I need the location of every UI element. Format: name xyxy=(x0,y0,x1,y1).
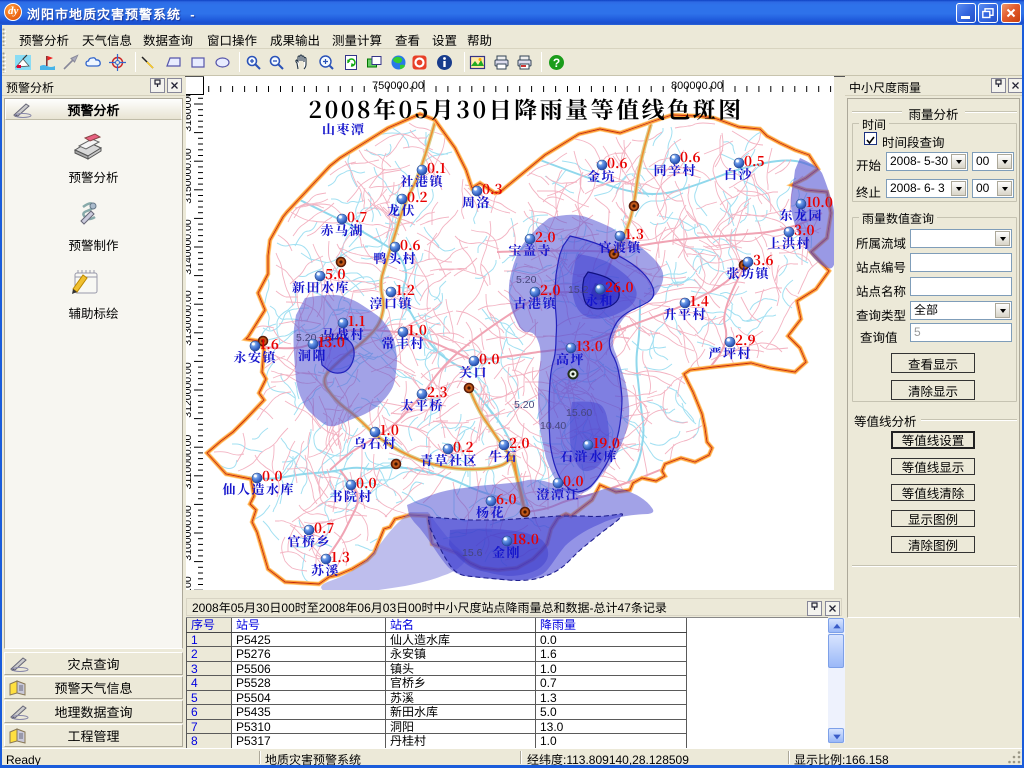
svg-text:19.0: 19.0 xyxy=(593,432,620,452)
svg-text:1.4: 1.4 xyxy=(690,290,709,310)
svg-text:10.0: 10.0 xyxy=(806,191,833,211)
svg-text:750000.00: 750000.00 xyxy=(372,80,424,92)
svg-text:13.0: 13.0 xyxy=(576,335,603,355)
svg-text:仙人造水库: 仙人造水库 xyxy=(223,479,296,498)
svg-text:3100000.00: 3100000.00 xyxy=(186,505,194,561)
svg-text:3130000.00: 3130000.00 xyxy=(186,290,194,346)
svg-text:5.0: 5.0 xyxy=(325,263,346,283)
svg-text:0.6: 0.6 xyxy=(680,146,701,166)
svg-text:800000.00: 800000.00 xyxy=(671,80,723,92)
svg-text:1.6: 1.6 xyxy=(260,333,279,353)
svg-text:0.7: 0.7 xyxy=(314,517,335,537)
svg-text:0.0: 0.0 xyxy=(479,348,500,368)
svg-text:?: ? xyxy=(553,56,560,70)
svg-text:2008年05月30日降雨量等值线色斑图: 2008年05月30日降雨量等值线色斑图 xyxy=(308,95,743,125)
svg-text:3.6: 3.6 xyxy=(753,249,774,269)
svg-text:3090000.00: 3090000.00 xyxy=(186,576,194,590)
svg-text:0.3: 0.3 xyxy=(482,178,503,198)
svg-text:1.3: 1.3 xyxy=(625,223,644,243)
svg-text:1.0: 1.0 xyxy=(408,319,427,339)
svg-text:0.0: 0.0 xyxy=(356,472,377,492)
svg-text:1.0: 1.0 xyxy=(380,419,399,439)
svg-text:0.0: 0.0 xyxy=(563,470,584,490)
svg-text:3160000.00: 3160000.00 xyxy=(186,95,194,132)
svg-text:2.9: 2.9 xyxy=(735,329,756,349)
svg-text:10.40: 10.40 xyxy=(540,420,566,432)
svg-text:3120000.00: 3120000.00 xyxy=(186,362,194,418)
svg-text:15.6: 15.6 xyxy=(462,547,483,559)
svg-text:0.6: 0.6 xyxy=(607,152,628,172)
svg-text:0.0: 0.0 xyxy=(262,465,283,485)
svg-text:0.5: 0.5 xyxy=(744,150,765,170)
svg-text:3110000.00: 3110000.00 xyxy=(186,434,194,489)
svg-text:2.0: 2.0 xyxy=(509,432,530,452)
svg-text:3140000.00: 3140000.00 xyxy=(186,219,194,275)
svg-text:0.2: 0.2 xyxy=(453,436,474,456)
svg-text:1.2: 1.2 xyxy=(396,279,415,299)
svg-text:5.20: 5.20 xyxy=(514,399,535,411)
svg-text:0.2: 0.2 xyxy=(407,186,428,206)
svg-text:0.1: 0.1 xyxy=(427,157,446,177)
svg-text:6.0: 6.0 xyxy=(496,488,517,508)
svg-text:1.1: 1.1 xyxy=(348,310,365,330)
svg-text:3150000.00: 3150000.00 xyxy=(186,148,194,204)
svg-text:3.0: 3.0 xyxy=(794,219,815,239)
svg-text:18.0: 18.0 xyxy=(512,528,539,548)
svg-text:0.6: 0.6 xyxy=(400,234,421,254)
svg-text:2.0: 2.0 xyxy=(540,279,561,299)
svg-text:26.0: 26.0 xyxy=(605,276,634,296)
svg-text:5.20: 5.20 xyxy=(516,274,537,286)
svg-text:2.3: 2.3 xyxy=(427,381,448,401)
svg-text:1.3: 1.3 xyxy=(331,546,350,566)
svg-text:0.7: 0.7 xyxy=(347,206,368,226)
svg-text:15.60: 15.60 xyxy=(566,407,592,419)
svg-text:2.0: 2.0 xyxy=(535,226,556,246)
svg-text:13.0: 13.0 xyxy=(318,331,345,351)
